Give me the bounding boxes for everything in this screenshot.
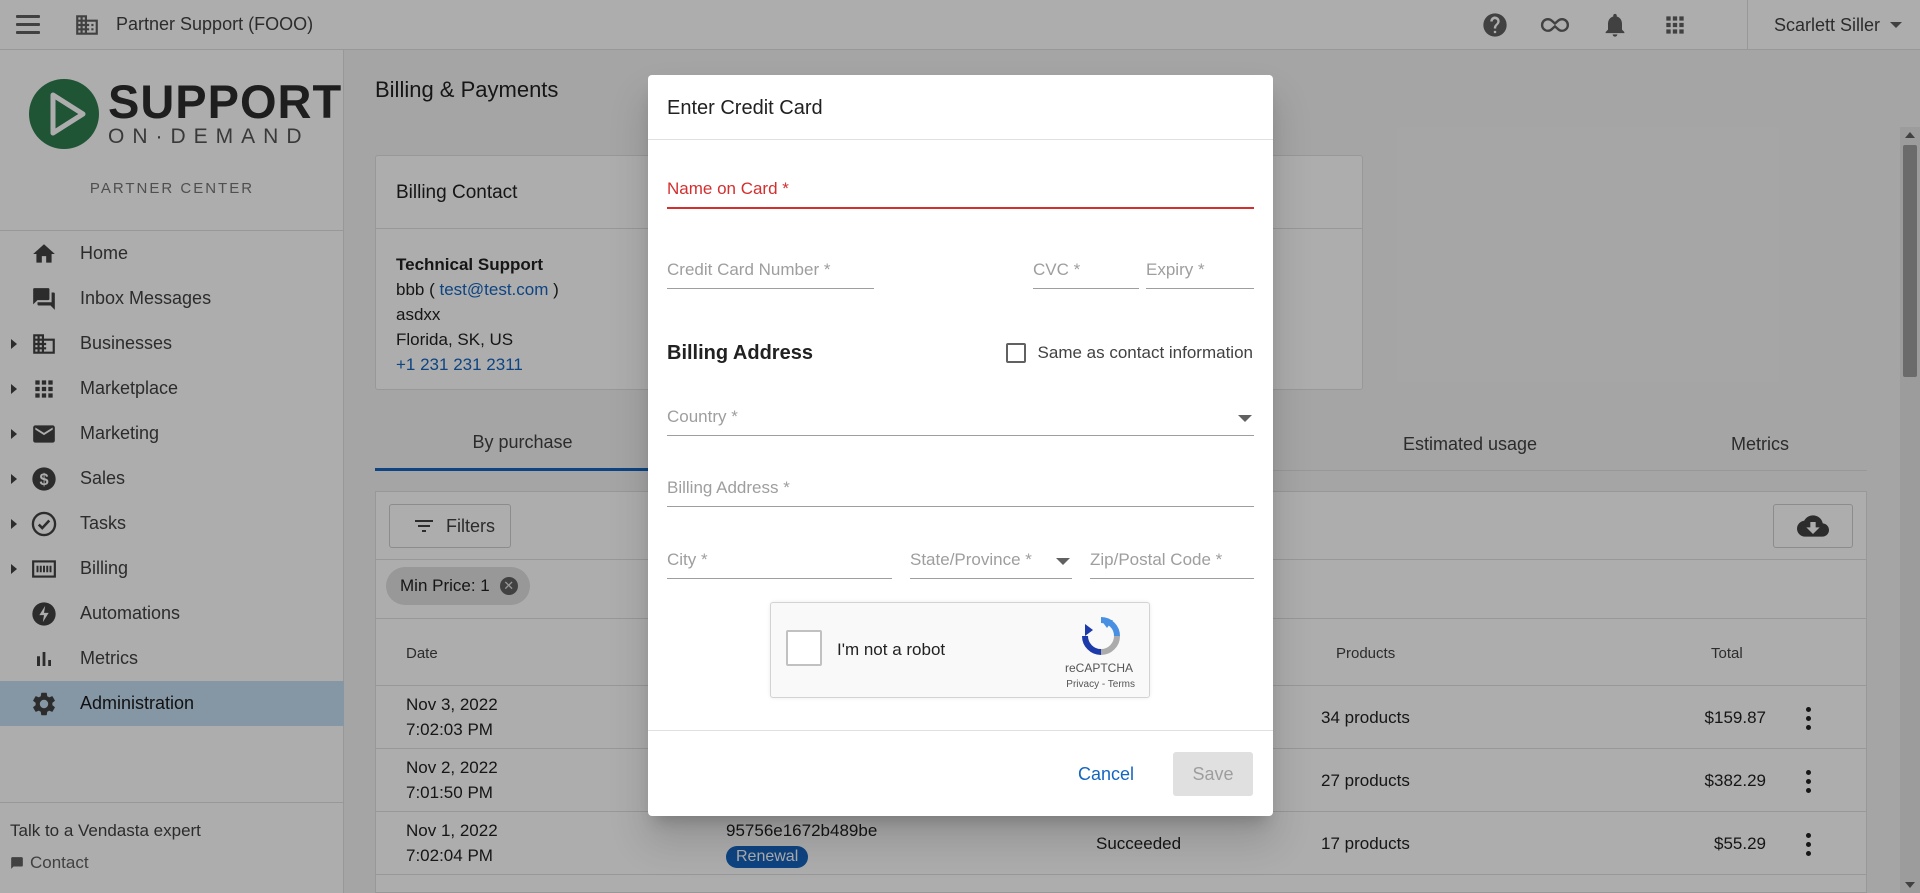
checkbox-box[interactable]: [1005, 343, 1026, 363]
field-label: City *: [667, 550, 708, 569]
field-label: State/Province *: [910, 550, 1032, 569]
same-as-contact-checkbox[interactable]: Same as contact information: [1005, 343, 1253, 363]
recaptcha-checkbox[interactable]: [786, 630, 822, 666]
field-label: Name on Card *: [667, 179, 789, 198]
field-label: CVC *: [1033, 260, 1081, 279]
recaptcha-logo-icon: [1082, 617, 1120, 655]
state-select[interactable]: State/Province *: [910, 545, 1072, 579]
checkbox-label: Same as contact information: [1037, 343, 1253, 362]
billing-address-heading: Billing Address: [667, 342, 813, 364]
divider: [648, 730, 1273, 731]
billing-address-field[interactable]: Billing Address *: [667, 473, 1254, 507]
chevron-down-icon: [1238, 415, 1252, 422]
card-number-field[interactable]: Credit Card Number *: [667, 255, 874, 289]
chevron-down-icon: [1056, 558, 1070, 565]
name-on-card-field[interactable]: Name on Card *: [667, 175, 1254, 209]
cvc-field[interactable]: CVC *: [1033, 255, 1139, 289]
divider: [648, 139, 1273, 140]
field-label: Country *: [667, 407, 738, 426]
recaptcha-widget: I'm not a robot reCAPTCHA Privacy - Term…: [770, 602, 1150, 698]
zip-field[interactable]: Zip/Postal Code *: [1090, 545, 1254, 579]
recaptcha-label: I'm not a robot: [837, 640, 946, 659]
country-select[interactable]: Country *: [667, 402, 1254, 436]
field-label: Credit Card Number *: [667, 260, 831, 279]
dialog-title: Enter Credit Card: [667, 97, 823, 119]
expiry-field[interactable]: Expiry *: [1146, 255, 1254, 289]
recaptcha-brand: reCAPTCHA: [1064, 661, 1133, 675]
field-label: Billing Address *: [667, 478, 790, 497]
save-button[interactable]: Save: [1173, 752, 1253, 796]
field-label: Expiry *: [1146, 260, 1205, 279]
field-label: Zip/Postal Code *: [1090, 550, 1223, 569]
recaptcha-links[interactable]: Privacy - Terms: [1066, 679, 1135, 690]
credit-card-dialog: Enter Credit Card Name on Card * Credit …: [648, 75, 1273, 816]
city-field[interactable]: City *: [667, 545, 892, 579]
cancel-button[interactable]: Cancel: [1070, 752, 1142, 796]
